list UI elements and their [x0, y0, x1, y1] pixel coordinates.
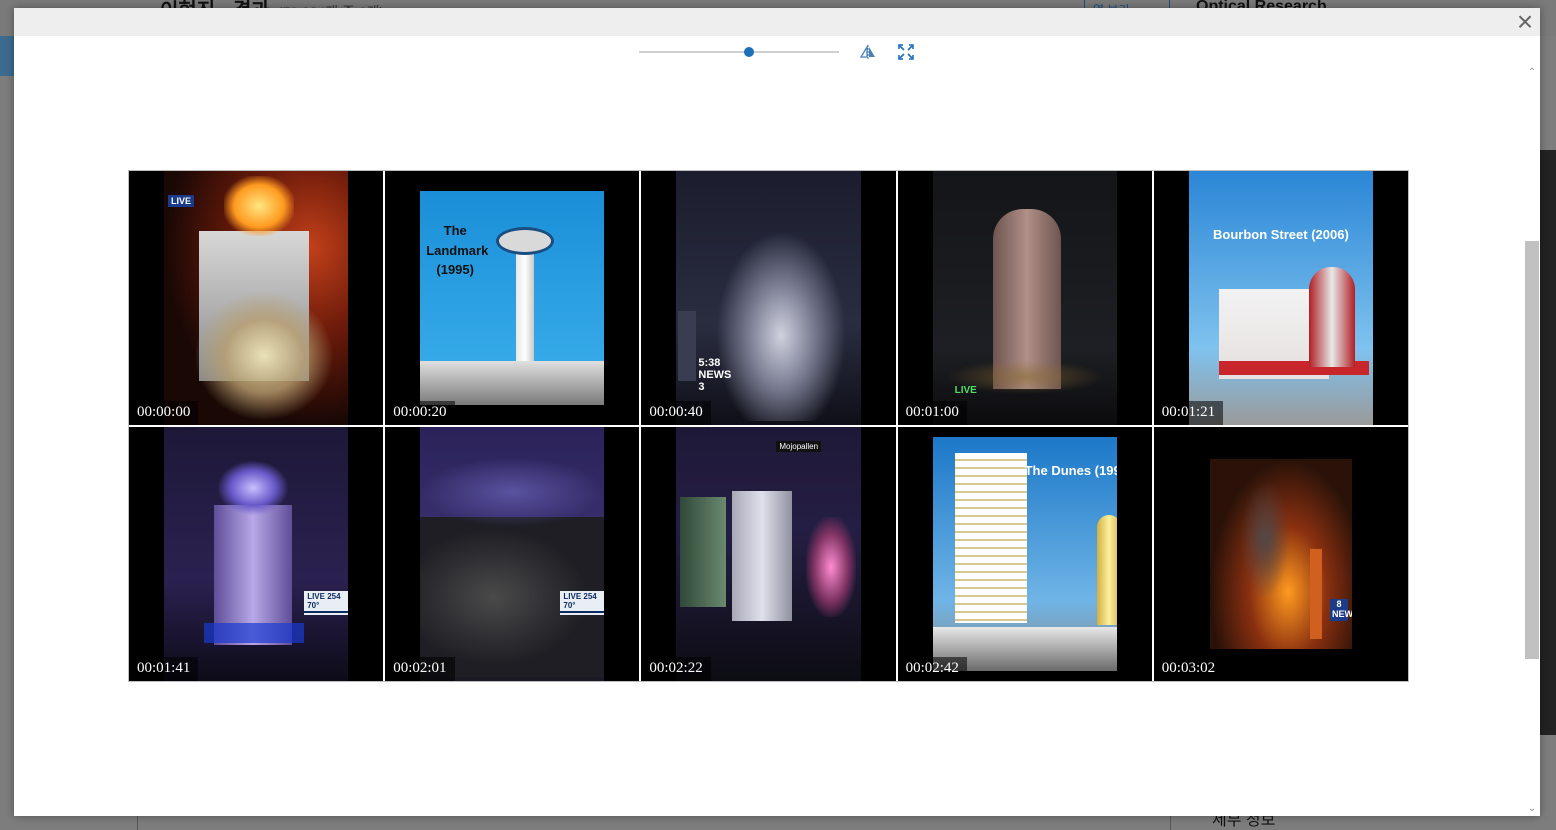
background-thumbnail-strip	[1540, 150, 1556, 735]
frame-timestamp: 00:01:41	[129, 657, 199, 681]
slider-thumb[interactable]	[744, 47, 754, 57]
frame-timestamp: 00:03:02	[1153, 657, 1224, 681]
frame-live-tag: LIVE	[168, 195, 195, 207]
storyboard-frame[interactable]: LIVE 00:01:00	[897, 171, 1152, 425]
frame-image: LIVE 254 70°	[420, 427, 605, 681]
frame-live-tag: LIVE	[954, 385, 977, 396]
frame-live-tag: LIVE 254 70°	[304, 591, 349, 615]
scroll-up-icon[interactable]: ⌃	[1527, 68, 1537, 78]
frame-location-tag: Mojopallen	[776, 441, 822, 452]
storyboard-frame[interactable]: Bourbon Street (2006) 00:01:21	[1153, 171, 1408, 425]
frame-image: 5:38 NEWS 3	[676, 171, 861, 425]
frame-timestamp: 00:02:01	[385, 657, 455, 681]
storyboard-modal: × ⌃ ⌄ LIVE 00:00:00 The Landmark (1995) …	[14, 8, 1540, 816]
storyboard-frame[interactable]: The Dunes (1993) 00:02:42	[897, 427, 1152, 681]
frame-news-tag: 8 NEW	[1329, 599, 1352, 621]
frame-timestamp: 00:02:42	[897, 657, 967, 681]
frame-timestamp: 00:01:21	[1153, 401, 1224, 425]
slider-track	[639, 51, 839, 53]
frame-image: Mojopallen	[676, 427, 861, 681]
frame-live-tag-text: LIVE 254 70°	[307, 592, 341, 610]
background-divider	[1170, 815, 1171, 830]
frame-timestamp: 00:01:00	[897, 401, 967, 425]
storyboard-frame[interactable]: LIVE 00:00:00	[129, 171, 384, 425]
storyboard-frame[interactable]: 8 NEW 00:03:02	[1153, 427, 1408, 681]
vertical-scrollbar[interactable]: ⌃ ⌄	[1524, 68, 1540, 814]
frame-timestamp: 00:00:20	[385, 401, 455, 425]
fit-screen-icon[interactable]	[897, 43, 915, 61]
frame-image: 8 NEW	[1209, 459, 1352, 649]
viewer-toolbar	[14, 36, 1540, 66]
frame-caption: The Landmark (1995)	[426, 223, 489, 277]
storyboard-grid: LIVE 00:00:00 The Landmark (1995) 00:00:…	[128, 170, 1409, 682]
frame-live-tag-text: LIVE 254 70°	[563, 592, 597, 610]
frame-image: Bourbon Street (2006)	[1188, 171, 1373, 425]
zoom-slider[interactable]	[639, 47, 839, 57]
background-nav-strip	[0, 36, 14, 76]
frame-image: The Landmark (1995)	[420, 191, 605, 405]
scroll-thumb[interactable]	[1525, 241, 1539, 659]
scroll-down-icon[interactable]: ⌄	[1527, 804, 1537, 814]
flip-icon[interactable]	[859, 43, 877, 61]
modal-header: ×	[14, 8, 1540, 36]
storyboard-frame[interactable]: LIVE 254 70° 00:01:41	[129, 427, 384, 681]
storyboard-frame[interactable]: 5:38 NEWS 3 00:00:40	[641, 171, 896, 425]
frame-image: LIVE	[932, 171, 1117, 425]
storyboard-frame[interactable]: Mojopallen 00:02:22	[641, 427, 896, 681]
frame-timestamp: 00:00:40	[641, 401, 711, 425]
frame-caption: The Dunes (1993)	[1024, 463, 1117, 478]
frame-image: The Dunes (1993)	[932, 437, 1117, 671]
storyboard-frame[interactable]: The Landmark (1995) 00:00:20	[385, 171, 640, 425]
frame-live-tag: LIVE 254 70°	[560, 591, 605, 615]
background-divider	[137, 815, 138, 830]
frame-timestamp: 00:00:00	[129, 401, 199, 425]
frame-image: LIVE 254 70°	[164, 427, 349, 681]
storyboard-frame[interactable]: LIVE 254 70° 00:02:01	[385, 427, 640, 681]
frame-news-tag: 5:38 NEWS 3	[698, 357, 732, 394]
frame-caption: Bourbon Street (2006)	[1212, 227, 1349, 242]
frame-image: LIVE	[164, 171, 349, 425]
frame-timestamp: 00:02:22	[641, 657, 711, 681]
close-button[interactable]: ×	[1512, 8, 1538, 36]
